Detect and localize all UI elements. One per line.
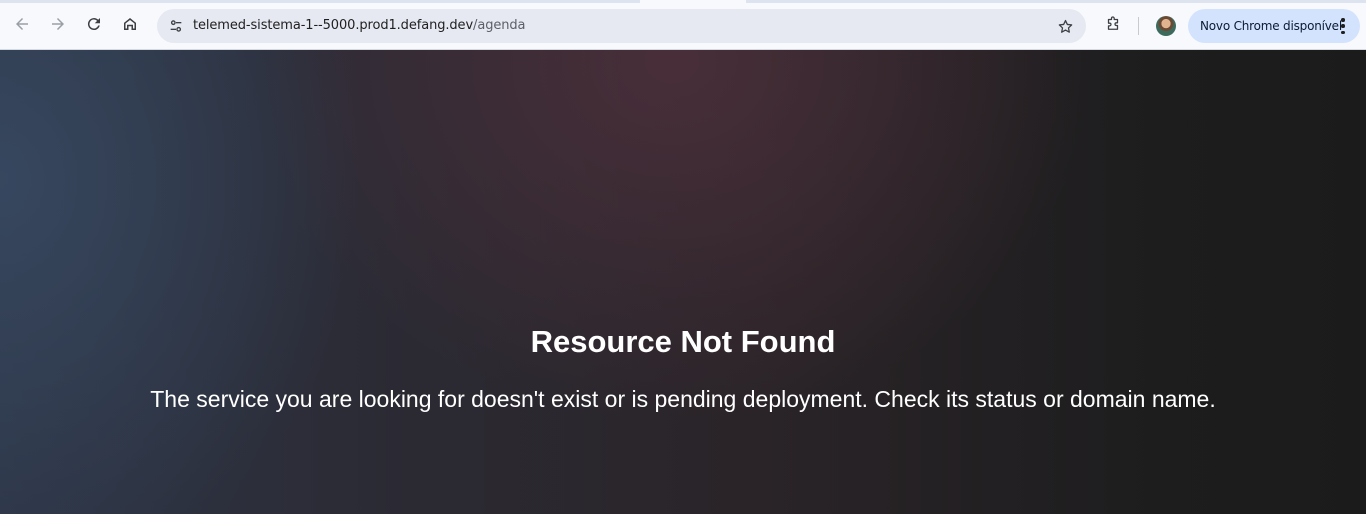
tune-icon — [170, 20, 182, 32]
star-icon — [1058, 19, 1072, 33]
browser-toolbar: telemed-sistema-1--5000.prod1.defang.dev… — [0, 0, 1366, 50]
site-info-button[interactable] — [163, 13, 189, 39]
extensions-button[interactable] — [1099, 10, 1127, 38]
url-path: /agenda — [473, 18, 526, 33]
url-host: telemed-sistema-1--5000.prod1.defang.dev — [193, 18, 474, 33]
reload-icon — [87, 18, 100, 31]
forward-button[interactable] — [44, 10, 72, 38]
update-chip-label: Novo Chrome disponível — [1200, 19, 1342, 33]
page-viewport: Resource Not Found The service you are l… — [0, 50, 1366, 514]
error-message: The service you are looking for doesn't … — [150, 386, 1216, 412]
reload-button[interactable] — [80, 10, 108, 38]
home-icon — [124, 18, 136, 30]
puzzle-icon — [1107, 16, 1119, 30]
tab-strip-segment — [0, 0, 640, 3]
home-button[interactable] — [116, 10, 144, 38]
page-title: Resource Not Found — [530, 324, 836, 359]
arrow-right-icon — [52, 18, 64, 30]
toolbar-separator — [1138, 17, 1139, 35]
tab-strip-edge — [0, 0, 1366, 3]
arrow-left-icon — [16, 18, 28, 30]
tab-strip-segment — [746, 0, 1366, 3]
address-bar[interactable]: telemed-sistema-1--5000.prod1.defang.dev… — [157, 9, 1086, 43]
back-button[interactable] — [8, 10, 36, 38]
update-available-button[interactable]: Novo Chrome disponível — [1188, 9, 1360, 43]
kebab-menu-icon[interactable] — [1336, 18, 1350, 34]
bookmark-button[interactable] — [1052, 13, 1078, 39]
avatar[interactable] — [1156, 16, 1176, 36]
url-text[interactable]: telemed-sistema-1--5000.prod1.defang.dev… — [193, 18, 526, 33]
